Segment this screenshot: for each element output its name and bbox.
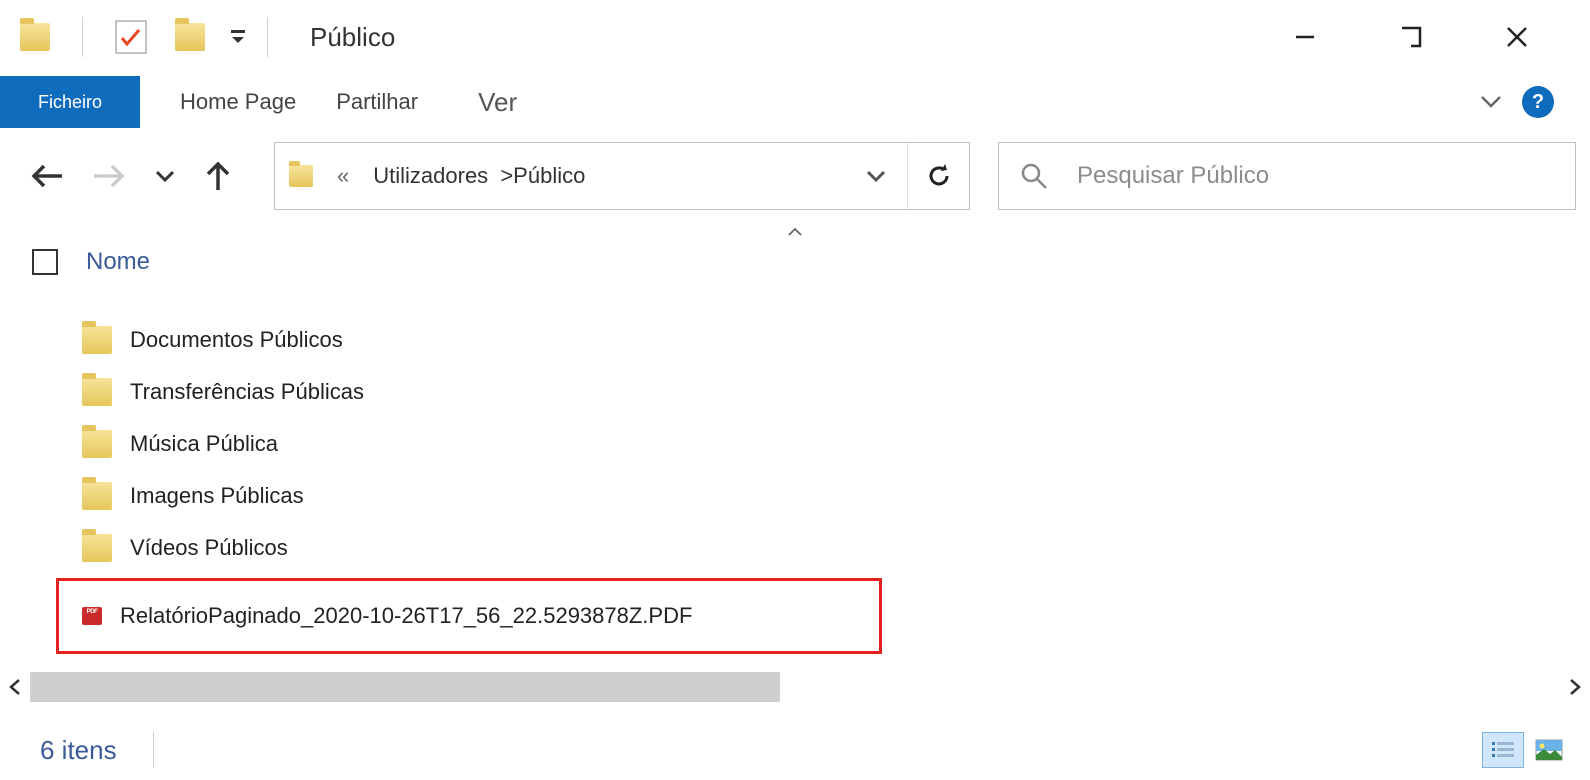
close-button[interactable] xyxy=(1499,19,1535,55)
quick-access-toolbar xyxy=(20,17,247,57)
folder-icon xyxy=(289,165,313,187)
item-name: Transferências Públicas xyxy=(130,379,364,405)
search-icon xyxy=(1019,161,1049,191)
select-all-checkbox[interactable] xyxy=(32,249,58,275)
separator xyxy=(82,17,83,57)
folder-icon xyxy=(82,534,112,562)
list-item[interactable]: Música Pública xyxy=(82,418,1590,470)
nav-arrows xyxy=(30,160,232,192)
folder-icon xyxy=(82,378,112,406)
scroll-right-button[interactable] xyxy=(1560,678,1590,696)
item-name: Imagens Públicas xyxy=(130,483,304,509)
column-header-name[interactable]: Nome xyxy=(86,248,150,276)
collapse-chevron-row xyxy=(0,220,1590,244)
title-bar: Público xyxy=(0,0,1590,74)
search-box[interactable] xyxy=(998,142,1576,210)
item-name: RelatórioPaginado_2020-10-26T17_56_22.52… xyxy=(120,603,692,629)
list-item[interactable]: Imagens Públicas xyxy=(82,470,1590,522)
up-button[interactable] xyxy=(204,160,232,192)
folder-icon xyxy=(82,482,112,510)
details-view-button[interactable] xyxy=(1482,732,1524,768)
window-title: Público xyxy=(310,22,395,53)
pdf-icon xyxy=(82,607,102,625)
ribbon-collapse-icon[interactable] xyxy=(1478,89,1504,115)
search-input[interactable] xyxy=(1077,162,1575,190)
list-item[interactable]: Transferências Públicas xyxy=(82,366,1590,418)
ribbon: Ficheiro Home Page Partilhar Ver ? xyxy=(0,74,1590,130)
status-bar: 6 itens xyxy=(0,720,1590,780)
new-folder-icon[interactable] xyxy=(175,23,205,51)
view-toggle-group xyxy=(1482,732,1590,768)
breadcrumb-public[interactable]: Público xyxy=(513,163,585,188)
scroll-track[interactable] xyxy=(30,672,1560,702)
address-path[interactable]: « Utilizadores >Público xyxy=(275,163,845,189)
breadcrumb-separator[interactable]: > xyxy=(500,163,513,188)
address-bar[interactable]: « Utilizadores >Público xyxy=(274,142,970,210)
breadcrumb-users[interactable]: Utilizadores xyxy=(373,163,488,188)
file-menu[interactable]: Ficheiro xyxy=(0,76,140,128)
address-overflow[interactable]: « xyxy=(337,163,349,189)
address-history-dropdown[interactable] xyxy=(845,165,907,187)
forward-button[interactable] xyxy=(92,162,126,190)
horizontal-scrollbar[interactable] xyxy=(0,672,1590,702)
thumbnails-view-button[interactable] xyxy=(1528,732,1570,768)
ribbon-tab-home[interactable]: Home Page xyxy=(180,89,296,115)
minimize-button[interactable] xyxy=(1287,19,1323,55)
list-item-highlighted[interactable]: RelatórioPaginado_2020-10-26T17_56_22.52… xyxy=(56,578,882,654)
folder-icon xyxy=(82,326,112,354)
item-name: Documentos Públicos xyxy=(130,327,343,353)
properties-icon[interactable] xyxy=(115,20,147,54)
qat-dropdown-icon[interactable] xyxy=(229,28,247,46)
list-item[interactable]: Documentos Públicos xyxy=(82,314,1590,366)
app-folder-icon xyxy=(20,23,50,51)
ribbon-tab-view[interactable]: Ver xyxy=(478,87,517,118)
navigation-row: « Utilizadores >Público xyxy=(0,130,1590,220)
folder-icon xyxy=(82,430,112,458)
list-item[interactable]: Vídeos Públicos xyxy=(82,522,1590,574)
refresh-button[interactable] xyxy=(907,143,969,209)
window-controls xyxy=(1287,19,1590,55)
ribbon-tab-share[interactable]: Partilhar xyxy=(336,89,418,115)
status-item-count: 6 itens xyxy=(40,735,117,766)
item-name: Vídeos Públicos xyxy=(130,535,288,561)
recent-locations-dropdown[interactable] xyxy=(154,165,176,187)
scroll-thumb[interactable] xyxy=(30,672,780,702)
maximize-button[interactable] xyxy=(1393,19,1429,55)
file-list: Documentos Públicos Transferências Públi… xyxy=(0,280,1590,654)
column-header-row: Nome xyxy=(0,244,1590,280)
item-name: Música Pública xyxy=(130,431,278,457)
chevron-up-icon[interactable] xyxy=(787,227,803,237)
scroll-left-button[interactable] xyxy=(0,678,30,696)
separator xyxy=(267,17,268,57)
help-button[interactable]: ? xyxy=(1522,86,1554,118)
back-button[interactable] xyxy=(30,162,64,190)
separator xyxy=(153,732,154,768)
